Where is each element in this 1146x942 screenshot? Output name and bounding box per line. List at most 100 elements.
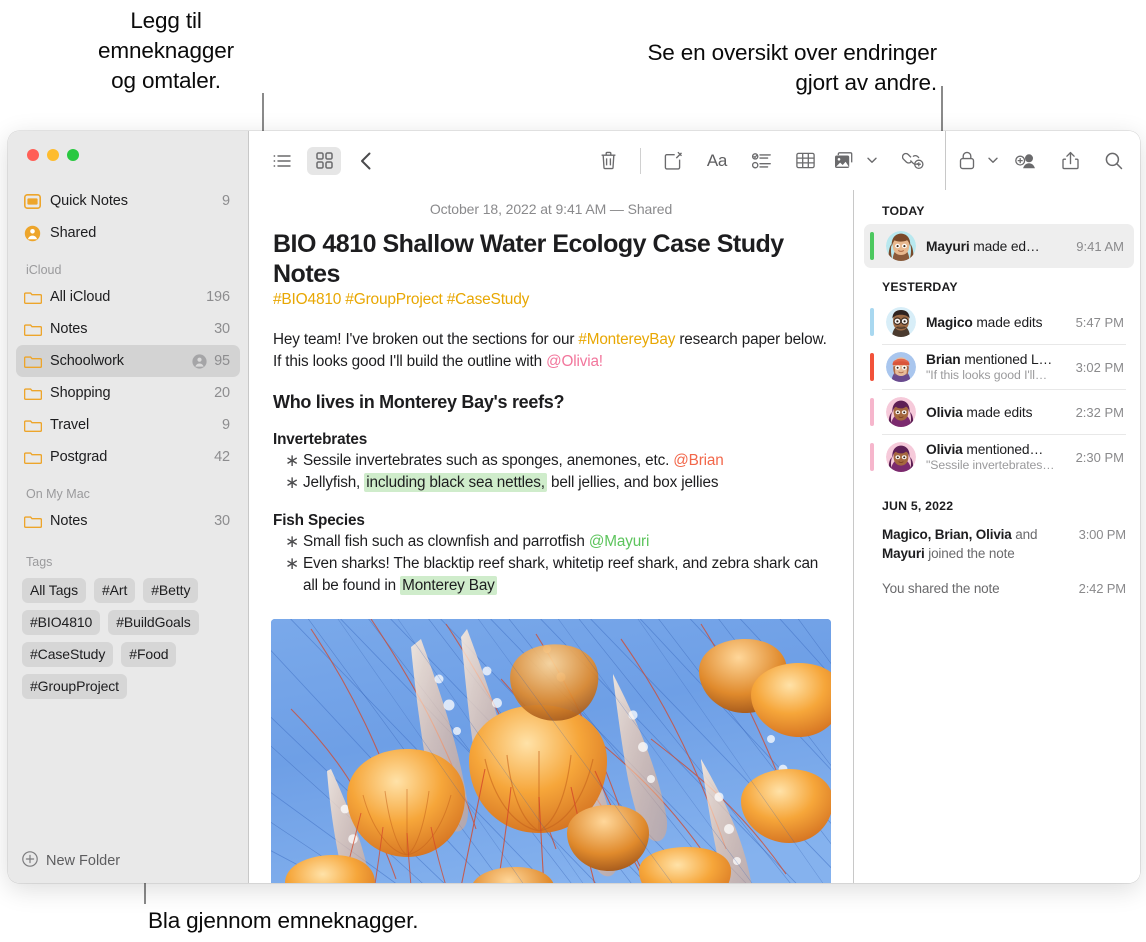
activity-entry-joined: Magico, Brian, Olivia and Mayuri joined … (854, 519, 1140, 569)
tag-chip-bio4810[interactable]: #BIO4810 (22, 610, 100, 635)
note-editor[interactable]: October 18, 2022 at 9:41 AM — Shared BIO… (249, 190, 853, 883)
compose-icon[interactable] (651, 147, 695, 175)
activity-time: 2:32 PM (1068, 405, 1124, 420)
activity-main-line: Olivia made edits (926, 405, 1068, 420)
inline-mention-mayuri[interactable]: @Mayuri (589, 533, 649, 550)
activity-person-name: Olivia (926, 405, 963, 420)
intro-text-1: Hey team! I've broken out the sections f… (273, 331, 578, 348)
activity-row-magico-edits[interactable]: Magico made edits 5:47 PM (864, 300, 1134, 344)
activity-row-olivia-edits[interactable]: Olivia made edits 2:32 PM (864, 390, 1134, 434)
tag-chip-groupproject[interactable]: #GroupProject (22, 674, 127, 699)
format-aa-icon[interactable]: Aa (695, 147, 739, 175)
sidebar-section-header-tags: Tags (8, 537, 248, 573)
sidebar-item-postgrad[interactable]: Postgrad 42 (16, 441, 240, 473)
sidebar-item-notes-local[interactable]: Notes 30 (16, 505, 240, 537)
activity-action: mentioned… (963, 442, 1043, 457)
folder-icon (24, 418, 46, 432)
sidebar-item-notes-icloud[interactable]: Notes 30 (16, 313, 240, 345)
activity-panel: Activity TODAY (853, 190, 1140, 883)
bullet-text-post: bell jellies, and box jellies (547, 474, 719, 491)
shared-folder-badge-icon (192, 354, 207, 369)
activity-main-line: Brian mentioned L… (926, 352, 1068, 367)
search-icon[interactable] (1092, 147, 1136, 175)
activity-action: made ed… (970, 239, 1040, 254)
list-item[interactable]: Even sharks! The blacktip reef shark, wh… (283, 553, 831, 597)
note-image-jellyfish[interactable] (271, 619, 831, 883)
chevron-down-icon-media[interactable] (861, 147, 883, 175)
note-intro-paragraph[interactable]: Hey team! I've broken out the sections f… (271, 309, 831, 373)
minimize-window-button[interactable] (47, 149, 59, 161)
inline-tag-montereybay[interactable]: #MontereyBay (578, 331, 675, 348)
gallery-view-icon[interactable] (307, 147, 341, 175)
activity-time: 5:47 PM (1068, 315, 1124, 330)
bullet-text: Small fish such as clownfish and parrotf… (303, 533, 589, 550)
tag-chip-food[interactable]: #Food (121, 642, 176, 667)
lock-icon[interactable] (952, 147, 982, 175)
sidebar-item-label: Quick Notes (46, 193, 222, 209)
list-item[interactable]: Sessile invertebrates such as sponges, a… (283, 450, 831, 472)
note-bullet-list-invertebrates: Sessile invertebrates such as sponges, a… (271, 450, 831, 494)
activity-row-mayuri-edits[interactable]: Mayuri made ed… 9:41 AM (864, 224, 1134, 268)
folder-icon (24, 450, 46, 464)
tag-chip-art[interactable]: #Art (94, 578, 135, 603)
bullet-text: Even sharks! The blacktip reef shark, wh… (303, 555, 818, 594)
list-view-icon[interactable] (265, 147, 299, 175)
activity-joined-names: Magico, Brian, Olivia (882, 527, 1012, 542)
tag-chip-betty[interactable]: #Betty (143, 578, 198, 603)
note-subheading-invertebrates: Invertebrates (271, 413, 831, 450)
zoom-window-button[interactable] (67, 149, 79, 161)
checklist-icon[interactable] (739, 147, 783, 175)
sidebar-item-shared[interactable]: Shared (16, 217, 240, 249)
activity-person-name: Olivia (926, 442, 963, 457)
list-item[interactable]: Jellyfish, including black sea nettles, … (283, 472, 831, 494)
callout-top-left: Legg til emneknagger og omtaler. (70, 6, 262, 96)
trash-icon[interactable] (586, 147, 630, 175)
media-icon[interactable] (827, 147, 861, 175)
activity-action: made edits (963, 405, 1033, 420)
note-tags-line[interactable]: #BIO4810 #GroupProject #CaseStudy (271, 289, 831, 309)
sidebar-item-shopping[interactable]: Shopping 20 (16, 377, 240, 409)
activity-accent-bar (870, 443, 874, 471)
sidebar-item-quick-notes[interactable]: Quick Notes 9 (16, 185, 240, 217)
inline-mention-brian[interactable]: @Brian (673, 452, 723, 469)
new-folder-button[interactable]: New Folder (8, 839, 248, 883)
sidebar-item-schoolwork[interactable]: Schoolwork 95 (16, 345, 240, 377)
content-wrap: October 18, 2022 at 9:41 AM — Shared BIO… (249, 190, 1140, 883)
quick-note-icon (24, 194, 46, 209)
activity-row-brian-mention[interactable]: Brian mentioned L… "If this looks good I… (864, 345, 1134, 389)
sidebar-item-count: 95 (214, 353, 230, 369)
chevron-down-icon-lock[interactable] (982, 147, 1004, 175)
sidebar-item-all-icloud[interactable]: All iCloud 196 (16, 281, 240, 313)
activity-main-line: Olivia mentioned… (926, 442, 1068, 457)
table-icon[interactable] (783, 147, 827, 175)
add-people-icon[interactable] (1004, 147, 1048, 175)
back-chevron-icon[interactable] (349, 147, 383, 175)
sidebar-item-label: All iCloud (46, 289, 206, 305)
sidebar-item-count: 196 (206, 289, 230, 305)
activity-time: 9:41 AM (1068, 239, 1124, 254)
tag-chip-all-tags[interactable]: All Tags (22, 578, 86, 603)
avatar-magico (886, 307, 916, 337)
list-item[interactable]: Small fish such as clownfish and parrotf… (283, 531, 831, 553)
activity-main-line: Mayuri made ed… (926, 239, 1068, 254)
folder-icon (24, 322, 46, 336)
callout-bottom: Bla gjennom emneknagger. (148, 906, 418, 936)
activity-list: TODAY (854, 190, 1140, 883)
format-aa-label: Aa (707, 151, 727, 171)
tag-chip-casestudy[interactable]: #CaseStudy (22, 642, 113, 667)
sidebar-item-count: 30 (214, 321, 230, 337)
toolbar: Aa (249, 131, 1140, 190)
tag-chip-buildgoals[interactable]: #BuildGoals (108, 610, 198, 635)
avatar-olivia (886, 397, 916, 427)
note-title[interactable]: BIO 4810 Shallow Water Ecology Case Stud… (271, 229, 831, 289)
inline-mention-olivia[interactable]: @Olivia! (546, 353, 603, 370)
sidebar-item-travel[interactable]: Travel 9 (16, 409, 240, 441)
toolbar-divider-2 (945, 131, 946, 190)
close-window-button[interactable] (27, 149, 39, 161)
activity-row-olivia-mention[interactable]: Olivia mentioned… "Sessile invertebrates… (864, 435, 1134, 479)
link-add-icon[interactable] (891, 147, 935, 175)
activity-person-name: Magico (926, 315, 973, 330)
share-icon[interactable] (1048, 147, 1092, 175)
sidebar-item-count: 20 (214, 385, 230, 401)
note-heading: Who lives in Monterey Bay's reefs? (271, 373, 831, 413)
